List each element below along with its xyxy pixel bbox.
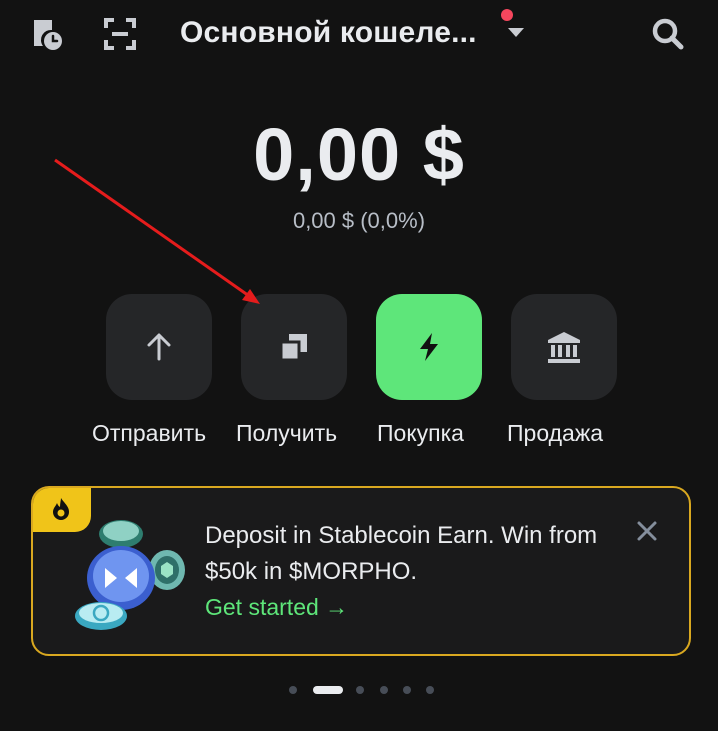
bank-icon (548, 332, 580, 363)
chevron-down-icon[interactable] (508, 28, 524, 37)
carousel-dot[interactable] (426, 686, 434, 694)
buy-label[interactable]: Покупка (377, 420, 464, 447)
scan-frame-icon[interactable] (100, 14, 140, 54)
carousel-dot[interactable] (403, 686, 411, 694)
coins-illustration-icon (75, 520, 185, 630)
sell-button[interactable] (511, 294, 617, 400)
carousel-dot[interactable] (380, 686, 388, 694)
get-started-link[interactable]: Get started → (205, 594, 348, 621)
receive-label[interactable]: Получить (236, 420, 337, 447)
top-bar: Основной кошеле... (0, 0, 718, 74)
close-icon[interactable] (634, 518, 660, 544)
carousel-dot[interactable] (356, 686, 364, 694)
send-label[interactable]: Отправить (92, 420, 206, 447)
buy-button[interactable] (376, 294, 482, 400)
arrow-up-icon (147, 333, 171, 361)
receive-button[interactable] (241, 294, 347, 400)
notification-dot (501, 9, 513, 21)
wallet-selector-title[interactable]: Основной кошеле... (180, 16, 477, 50)
total-balance: 0,00 $ (253, 113, 465, 196)
promo-text: Deposit in Stablecoin Earn. Win from $50… (205, 522, 598, 585)
receive-copy-icon (279, 334, 307, 362)
send-button[interactable] (106, 294, 212, 400)
promo-banner[interactable]: Deposit in Stablecoin Earn. Win from $50… (31, 486, 691, 656)
history-clock-icon[interactable] (26, 14, 66, 54)
search-icon[interactable] (648, 14, 688, 54)
carousel-dot-active[interactable] (313, 686, 343, 694)
carousel-indicator (0, 686, 718, 694)
sell-label[interactable]: Продажа (507, 420, 603, 447)
lightning-icon (420, 333, 438, 361)
balance-change: 0,00 $ (0,0%) (292, 208, 426, 233)
carousel-dot[interactable] (289, 686, 297, 694)
